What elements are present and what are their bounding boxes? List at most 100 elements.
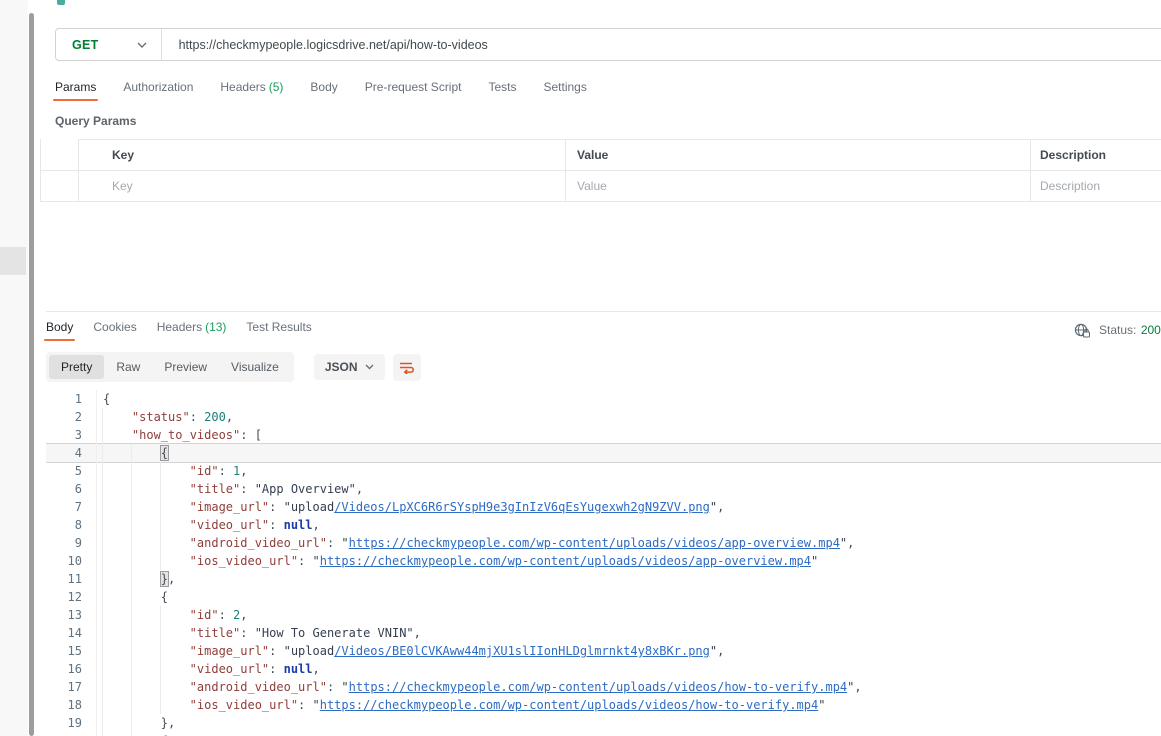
response-tab-headers[interactable]: Headers(13): [157, 320, 227, 341]
request-tab-tests[interactable]: Tests: [488, 80, 516, 101]
code-content: {: [96, 732, 1161, 736]
json-key: "video_url": [190, 662, 269, 676]
json-punctuation: ,: [240, 464, 247, 478]
code-line-4[interactable]: 4{: [46, 444, 1161, 462]
code-line-6[interactable]: 6"title": "App Overview",: [46, 480, 1161, 498]
json-punctuation: :: [269, 662, 283, 676]
code-content: "android_video_url": "https://checkmypeo…: [96, 678, 1161, 696]
response-divider: [46, 311, 1161, 312]
indent-guide: [160, 480, 190, 498]
indent-guide: [131, 696, 161, 714]
code-content: "video_url": null,: [96, 516, 1161, 534]
request-tab-authorization[interactable]: Authorization: [123, 80, 193, 101]
code-line-1[interactable]: 1{: [46, 390, 1161, 408]
json-punctuation: :: [327, 680, 341, 694]
json-link[interactable]: https://checkmypeople.com/wp-content/upl…: [320, 554, 811, 568]
line-number: 17: [46, 678, 96, 696]
param-description-input[interactable]: Description: [1040, 179, 1100, 193]
json-link[interactable]: https://checkmypeople.com/wp-content/upl…: [320, 698, 819, 712]
request-tab-settings[interactable]: Settings: [544, 80, 587, 101]
code-line-12[interactable]: 12{: [46, 588, 1161, 606]
json-string: ": [313, 554, 320, 568]
code-content: "id": 2,: [96, 606, 1161, 624]
code-line-17[interactable]: 17"android_video_url": "https://checkmyp…: [46, 678, 1161, 696]
code-line-18[interactable]: 18"ios_video_url": "https://checkmypeopl…: [46, 696, 1161, 714]
tab-label: Cookies: [93, 320, 136, 334]
table-border: [1030, 139, 1031, 202]
indent-guide: [102, 462, 132, 480]
json-punctuation: :: [269, 644, 283, 658]
globe-lock-icon: [1074, 323, 1090, 338]
line-wrap-button[interactable]: [393, 354, 421, 381]
code-line-10[interactable]: 10"ios_video_url": "https://checkmypeopl…: [46, 552, 1161, 570]
view-tab-raw[interactable]: Raw: [104, 355, 152, 379]
method-select[interactable]: GET: [72, 38, 99, 52]
json-key: "android_video_url": [190, 680, 327, 694]
line-number: 13: [46, 606, 96, 624]
response-tab-test-results[interactable]: Test Results: [246, 320, 311, 341]
code-line-14[interactable]: 14"title": "How To Generate VNIN",: [46, 624, 1161, 642]
code-line-9[interactable]: 9"android_video_url": "https://checkmype…: [46, 534, 1161, 552]
request-tabs: Params Authorization Headers(5) Body Pre-req…: [55, 80, 587, 101]
tab-label: Body: [310, 80, 337, 94]
indent-guide: [160, 534, 190, 552]
column-header-value: Value: [577, 148, 608, 162]
url-input[interactable]: https://checkmypeople.logicsdrive.net/ap…: [179, 38, 488, 52]
json-punctuation: ,: [240, 608, 247, 622]
response-tab-cookies[interactable]: Cookies: [93, 320, 136, 341]
view-tab-preview[interactable]: Preview: [152, 355, 219, 379]
chevron-down-icon[interactable]: [137, 42, 147, 48]
json-number: 200: [204, 410, 226, 424]
sidebar-collapse-handle[interactable]: [0, 247, 26, 275]
code-line-13[interactable]: 13"id": 2,: [46, 606, 1161, 624]
code-line-3[interactable]: 3"how_to_videos": [: [46, 426, 1161, 444]
code-line-7[interactable]: 7"image_url": "upload/Videos/LpXC6R6rSYs…: [46, 498, 1161, 516]
json-link[interactable]: https://checkmypeople.com/wp-content/upl…: [349, 536, 840, 550]
view-tab-visualize[interactable]: Visualize: [219, 355, 291, 379]
line-number: 14: [46, 624, 96, 642]
json-key: "title": [190, 626, 241, 640]
json-link[interactable]: /Videos/BE0lCVKAww44mjXU1slIIonHLDglmrnk…: [334, 644, 710, 658]
request-tab-pre-request-script[interactable]: Pre-request Script: [365, 80, 462, 101]
indent-guide: [102, 570, 132, 588]
json-punctuation: ,: [854, 680, 861, 694]
json-link[interactable]: /Videos/LpXC6R6rSYspH9e3gInIzV6qEsYugexw…: [334, 500, 710, 514]
code-line-2[interactable]: 2"status": 200,: [46, 408, 1161, 426]
line-number: 7: [46, 498, 96, 516]
code-line-19[interactable]: 19},: [46, 714, 1161, 732]
json-punctuation: :: [190, 410, 204, 424]
param-value-input[interactable]: Value: [577, 179, 607, 193]
code-line-11[interactable]: 11},: [46, 570, 1161, 588]
json-string: ": [818, 698, 825, 712]
json-punctuation: :: [298, 554, 312, 568]
tab-label: Body: [46, 320, 73, 334]
format-select[interactable]: JSON: [314, 354, 385, 380]
indent-guide: [102, 606, 132, 624]
indent-guide: [131, 498, 161, 516]
code-line-16[interactable]: 16"video_url": null,: [46, 660, 1161, 678]
left-sidebar-rail: [0, 0, 28, 736]
param-key-input[interactable]: Key: [112, 179, 133, 193]
code-line-8[interactable]: 8"video_url": null,: [46, 516, 1161, 534]
json-link[interactable]: https://checkmypeople.com/wp-content/upl…: [349, 680, 848, 694]
json-key: "status": [132, 410, 190, 424]
json-string: "upload: [284, 644, 335, 658]
line-number: 16: [46, 660, 96, 678]
json-punctuation: ,: [717, 500, 724, 514]
request-tab-body[interactable]: Body: [310, 80, 337, 101]
indent-guide: [131, 732, 161, 736]
line-number: 10: [46, 552, 96, 570]
view-tab-pretty[interactable]: Pretty: [49, 355, 104, 379]
response-tab-body[interactable]: Body: [46, 320, 73, 341]
line-number: 5: [46, 462, 96, 480]
chevron-down-icon: [365, 364, 374, 370]
request-tab-headers[interactable]: Headers(5): [220, 80, 283, 101]
code-line-20[interactable]: 20{: [46, 732, 1161, 736]
vertical-scrollbar[interactable]: [29, 13, 34, 736]
request-tab-params[interactable]: Params: [55, 80, 96, 101]
code-line-5[interactable]: 5"id": 1,: [46, 462, 1161, 480]
indent-guide: [102, 480, 132, 498]
json-punctuation: ,: [313, 518, 320, 532]
code-line-15[interactable]: 15"image_url": "upload/Videos/BE0lCVKAww…: [46, 642, 1161, 660]
response-body-editor[interactable]: 1{2"status": 200,3"how_to_videos": [4{5"…: [46, 390, 1161, 736]
